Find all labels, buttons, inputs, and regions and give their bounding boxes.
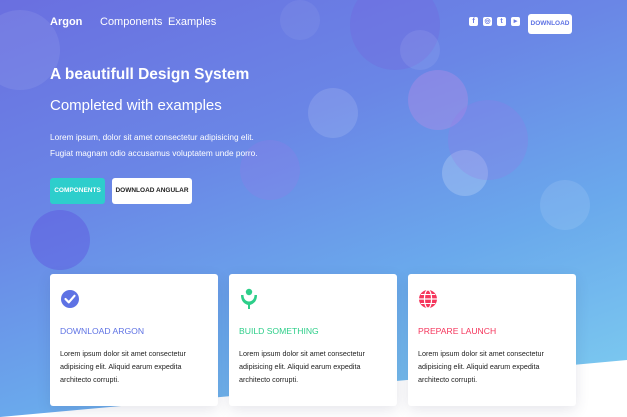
card-text: Lorem ipsum dolor sit amet consectetur a…	[239, 349, 365, 385]
globe-icon	[419, 289, 437, 309]
download-button[interactable]: DOWNLOAD	[528, 14, 572, 34]
feature-card-launch: PREPARE LAUNCH Lorem ipsum dolor sit ame…	[408, 274, 576, 406]
nav-link-examples[interactable]: Examples	[168, 16, 216, 28]
instagram-icon[interactable]: ◎	[483, 17, 492, 26]
card-title: BUILD SOMETHING	[239, 326, 319, 336]
card-title: DOWNLOAD ARGON	[60, 326, 145, 336]
hero-subtitle: Completed with examples	[50, 97, 222, 114]
card-text: Lorem ipsum dolor sit amet consectetur a…	[418, 349, 544, 385]
card-title: PREPARE LAUNCH	[418, 326, 497, 336]
hero-lead-line: Lorem ipsum, dolor sit amet consectetur …	[50, 132, 254, 142]
feature-card-download: DOWNLOAD ARGON Lorem ipsum dolor sit ame…	[50, 274, 218, 406]
navbar: Argon Components Examples f ◎ t ▸ DOWNLO…	[0, 0, 627, 46]
check-badge-icon	[61, 290, 79, 308]
download-angular-button[interactable]: DOWNLOAD ANGULAR	[112, 178, 192, 204]
feature-card-build: BUILD SOMETHING Lorem ipsum dolor sit am…	[229, 274, 397, 406]
hero-title: A beautifull Design System	[50, 66, 250, 83]
brand-logo[interactable]: Argon	[50, 16, 82, 28]
hero-lead-line: Fugiat magnam odio accusamus voluptatem …	[50, 147, 258, 158]
hero-lead: Lorem ipsum, dolor sit amet consectetur …	[50, 130, 340, 161]
nav-link-components[interactable]: Components	[100, 16, 162, 28]
card-text: Lorem ipsum dolor sit amet consectetur a…	[60, 349, 186, 385]
components-button[interactable]: COMPONENTS	[50, 178, 105, 204]
youtube-icon[interactable]: ▸	[511, 17, 520, 26]
facebook-icon[interactable]: f	[469, 17, 478, 26]
twitter-icon[interactable]: t	[497, 17, 506, 26]
people-icon	[241, 288, 257, 309]
